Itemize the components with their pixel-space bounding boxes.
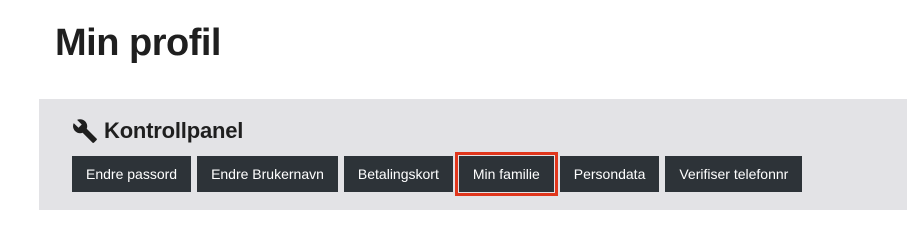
payment-card-button[interactable]: Betalingskort bbox=[343, 156, 453, 192]
control-panel: Kontrollpanel Endre passord Endre Bruker… bbox=[39, 99, 907, 210]
wrench-icon bbox=[72, 118, 98, 144]
panel-title: Kontrollpanel bbox=[104, 118, 244, 143]
change-password-button[interactable]: Endre passord bbox=[72, 156, 192, 192]
my-family-button[interactable]: Min familie bbox=[454, 152, 558, 196]
change-username-button[interactable]: Endre Brukernavn bbox=[197, 156, 338, 192]
panel-header: Kontrollpanel bbox=[72, 118, 243, 144]
verify-phone-button[interactable]: Verifiser telefonnr bbox=[665, 156, 803, 192]
personal-data-button[interactable]: Persondata bbox=[559, 156, 660, 192]
page-title: Min profil bbox=[55, 22, 221, 64]
panel-buttons: Endre passord Endre Brukernavn Betalings… bbox=[72, 152, 803, 196]
